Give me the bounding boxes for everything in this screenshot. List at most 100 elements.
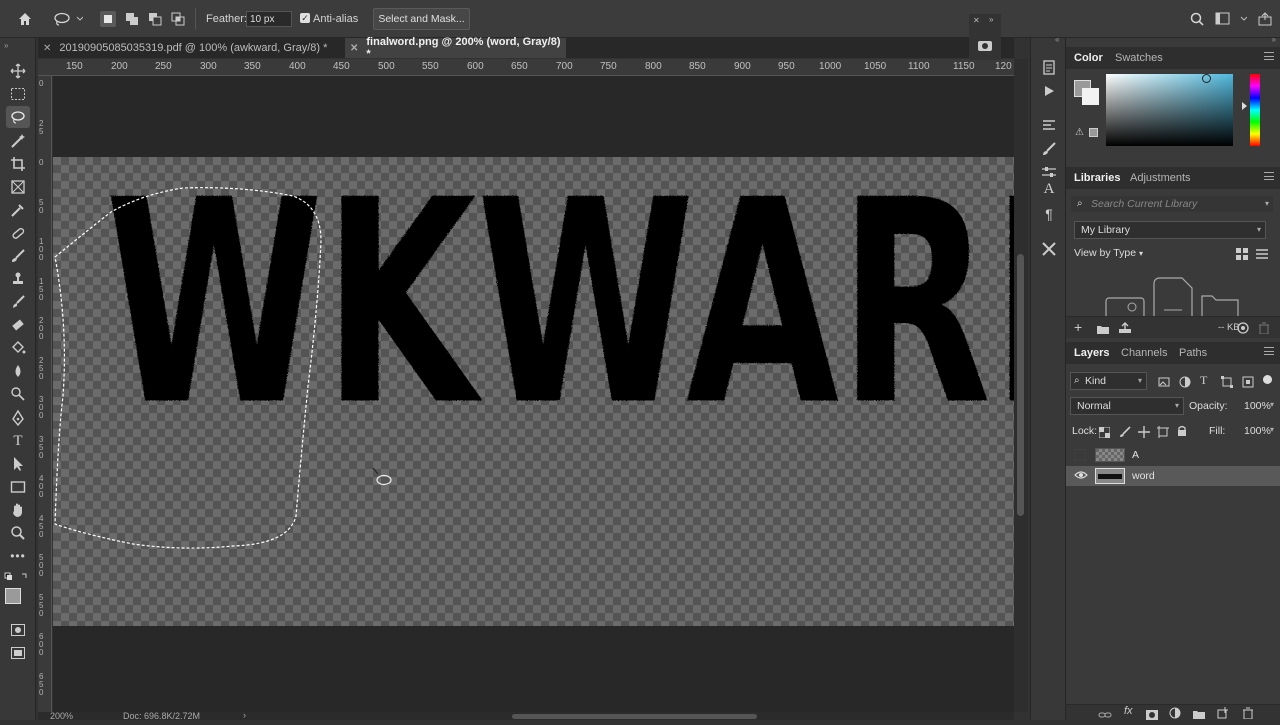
- collapse-icon[interactable]: «: [1055, 35, 1059, 44]
- eyedropper-tool-icon[interactable]: [6, 199, 30, 221]
- history-brush-tool-icon[interactable]: [6, 291, 30, 313]
- actions-play-icon[interactable]: [1037, 80, 1061, 102]
- tool-presets-icon[interactable]: [977, 38, 993, 57]
- blend-mode-select[interactable]: Normal ▾: [1070, 397, 1184, 415]
- layer-row[interactable]: A: [1066, 445, 1280, 465]
- brush-tool-icon[interactable]: [6, 245, 30, 267]
- library-search-input[interactable]: ⌕ Search Current Library ▾: [1070, 195, 1274, 213]
- dodge-tool-icon[interactable]: [6, 383, 30, 405]
- opacity-value[interactable]: 100%: [1244, 400, 1271, 412]
- list-view-icon[interactable]: [1256, 247, 1268, 265]
- fill-value[interactable]: 100%: [1244, 425, 1271, 437]
- crop-tool-icon[interactable]: [6, 153, 30, 175]
- share-icon[interactable]: [1254, 10, 1276, 28]
- type-tool-icon[interactable]: T: [6, 430, 30, 452]
- move-tool-icon[interactable]: [6, 60, 30, 82]
- paragraph-styles-icon[interactable]: [1037, 115, 1061, 137]
- background-color-swatch[interactable]: [1082, 88, 1099, 105]
- close-icon[interactable]: ✕: [43, 43, 51, 54]
- vertical-scrollbar[interactable]: [1014, 59, 1028, 712]
- character-panel-icon[interactable]: A: [1037, 178, 1061, 200]
- collapse-icon[interactable]: »: [989, 15, 993, 24]
- filter-toggle[interactable]: [1263, 375, 1272, 384]
- lock-image-icon[interactable]: [1119, 425, 1131, 443]
- new-group-icon[interactable]: [1193, 707, 1206, 725]
- view-by-type-dropdown[interactable]: View by Type ▾: [1074, 247, 1143, 259]
- smart-object-filter-icon[interactable]: [1242, 375, 1254, 393]
- close-icon[interactable]: ✕: [350, 43, 358, 54]
- hand-tool-icon[interactable]: [6, 499, 30, 521]
- subtract-selection-icon[interactable]: [147, 11, 163, 27]
- stamp-tool-icon[interactable]: [6, 268, 30, 290]
- visibility-toggle[interactable]: [1074, 449, 1086, 461]
- select-and-mask-button[interactable]: Select and Mask...: [373, 8, 470, 30]
- add-selection-icon[interactable]: [124, 11, 140, 27]
- search-icon[interactable]: [1188, 10, 1206, 28]
- anti-alias-checkbox[interactable]: ✓: [300, 13, 310, 23]
- collapse-icon[interactable]: »: [4, 41, 8, 50]
- adjustment-filter-icon[interactable]: [1179, 375, 1191, 393]
- lock-all-icon[interactable]: [1177, 424, 1187, 442]
- more-tools-icon[interactable]: •••: [6, 545, 30, 567]
- tab-document-2[interactable]: ✕ finalword.png @ 200% (word, Gray/8) *: [345, 36, 566, 60]
- brush-settings-icon[interactable]: [1037, 138, 1061, 160]
- fx-icon[interactable]: fx: [1124, 705, 1133, 717]
- tab-swatches[interactable]: Swatches: [1115, 52, 1163, 64]
- status-menu-arrow[interactable]: ›: [243, 710, 246, 720]
- pen-tool-icon[interactable]: [6, 407, 30, 429]
- default-colors-icon[interactable]: [4, 571, 32, 583]
- chevron-down-icon[interactable]: ▾: [1270, 400, 1274, 409]
- document-canvas[interactable]: WKWARI: [53, 76, 1014, 712]
- panel-menu-icon[interactable]: [1264, 347, 1274, 355]
- tab-document-1[interactable]: ✕ 20190905085035319.pdf @ 100% (awkward,…: [38, 38, 345, 58]
- feather-input[interactable]: [246, 11, 292, 27]
- grid-view-icon[interactable]: [1236, 247, 1248, 265]
- rectangle-tool-icon[interactable]: [6, 476, 30, 498]
- close-icon[interactable]: ✕: [973, 16, 980, 25]
- tools-panel-icon[interactable]: [1037, 238, 1061, 260]
- type-filter-icon[interactable]: T: [1200, 373, 1207, 388]
- layer-mask-icon[interactable]: [1146, 707, 1158, 725]
- link-layers-icon[interactable]: [1098, 707, 1112, 725]
- healing-brush-tool-icon[interactable]: [6, 222, 30, 244]
- adjustment-layer-icon[interactable]: [1169, 706, 1181, 724]
- blur-tool-icon[interactable]: [6, 360, 30, 382]
- magic-wand-tool-icon[interactable]: [6, 130, 30, 152]
- panel-menu-icon[interactable]: [1264, 52, 1274, 60]
- quick-mask-icon[interactable]: [6, 619, 30, 641]
- upload-icon[interactable]: [1118, 321, 1132, 339]
- web-safe-swatch[interactable]: [1089, 128, 1098, 137]
- library-select[interactable]: My Library ▾: [1074, 221, 1266, 239]
- folder-icon[interactable]: [1096, 322, 1110, 340]
- add-icon[interactable]: +: [1074, 319, 1082, 335]
- horizontal-scrollbar-thumb[interactable]: [512, 714, 757, 719]
- foreground-color-swatch[interactable]: [5, 588, 21, 604]
- paint-bucket-tool-icon[interactable]: [6, 337, 30, 359]
- tab-channels[interactable]: Channels: [1121, 347, 1167, 359]
- collapse-icon[interactable]: »: [1272, 35, 1276, 44]
- layer-row[interactable]: word: [1066, 466, 1280, 486]
- scrollbar-thumb[interactable]: [1017, 254, 1024, 516]
- frame-tool-icon[interactable]: [6, 176, 30, 198]
- new-layer-icon[interactable]: [1217, 706, 1229, 724]
- marquee-tool-icon[interactable]: [6, 83, 30, 105]
- intersect-selection-icon[interactable]: [170, 11, 186, 27]
- paragraph-panel-icon[interactable]: ¶: [1037, 203, 1061, 225]
- color-field[interactable]: [1106, 74, 1233, 146]
- new-selection-icon[interactable]: [100, 11, 116, 27]
- chevron-down-icon[interactable]: ▾: [1270, 425, 1274, 434]
- tab-layers[interactable]: Layers: [1074, 347, 1109, 359]
- hue-slider-handle[interactable]: [1242, 102, 1247, 110]
- lasso-tool-icon[interactable]: [6, 106, 30, 128]
- tab-adjustments[interactable]: Adjustments: [1130, 172, 1191, 184]
- zoom-tool-icon[interactable]: [6, 522, 30, 544]
- tab-libraries[interactable]: Libraries: [1074, 172, 1120, 184]
- eraser-tool-icon[interactable]: [6, 314, 30, 336]
- lock-position-icon[interactable]: [1138, 425, 1150, 443]
- pixel-filter-icon[interactable]: [1158, 375, 1170, 393]
- layer-filter-kind-select[interactable]: ⌕ Kind ▾: [1070, 372, 1147, 390]
- lock-transparent-icon[interactable]: [1098, 425, 1111, 443]
- lasso-tool-preset-icon[interactable]: [52, 10, 84, 28]
- lock-artboard-icon[interactable]: [1157, 425, 1169, 443]
- path-selection-tool-icon[interactable]: [6, 453, 30, 475]
